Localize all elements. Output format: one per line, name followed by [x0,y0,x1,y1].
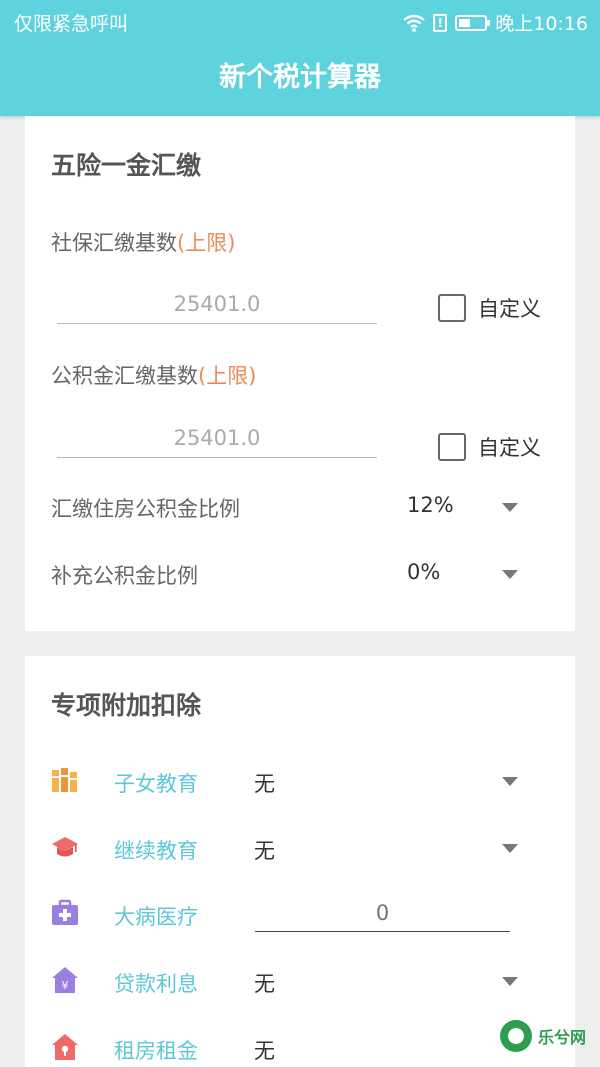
rent-label: 租房租金 [114,1039,198,1063]
watermark: 乐兮网 [500,1020,586,1052]
social-base-custom-checkbox[interactable] [438,294,466,322]
books-icon [51,766,79,794]
social-base-input[interactable] [57,284,377,324]
social-base-label-text: 社保汇缴基数 [51,231,177,255]
supp-ratio-label: 补充公积金比例 [51,564,198,588]
loan-interest-label: 贷款利息 [114,972,198,996]
fund-base-custom-label: 自定义 [478,436,541,460]
fund-base-hint: (上限) [198,364,257,388]
deductions-card: 专项附加扣除 子女教育 无 继续教育 无 大病医疗 0 ¥ 贷款利息 无 租房租… [25,656,575,1067]
fund-base-custom[interactable]: 自定义 [438,432,541,462]
child-education-label: 子女教育 [114,772,198,796]
deductions-section-title: 专项附加扣除 [51,691,202,720]
sim-alert-icon: ! [433,13,448,32]
social-base-hint: (上限) [177,231,236,255]
fund-ratio-select[interactable]: 12% [407,493,454,517]
rent-select[interactable]: 无 [254,1035,275,1065]
loan-interest-select[interactable]: 无 [254,968,275,998]
fund-base-custom-checkbox[interactable] [438,433,466,461]
watermark-text: 乐兮网 [538,1028,587,1047]
continuing-education-label: 继续教育 [114,839,198,863]
social-base-custom[interactable]: 自定义 [438,293,541,323]
continuing-education-dropdown-icon[interactable] [502,844,518,853]
continuing-education-select[interactable]: 无 [254,835,275,865]
battery-icon [455,14,491,31]
page-title: 新个税计算器 [219,62,381,93]
loan-interest-dropdown-icon[interactable] [502,977,518,986]
social-base-label: 社保汇缴基数(上限) [51,227,235,257]
child-education-dropdown-icon[interactable] [502,777,518,786]
wifi-icon [403,14,425,32]
fund-ratio-label: 汇缴住房公积金比例 [51,497,240,521]
supp-ratio-select[interactable]: 0% [407,560,440,584]
medical-input[interactable] [255,894,510,932]
child-education-select[interactable]: 无 [254,768,275,798]
house-yen-icon: ¥ [51,966,79,994]
status-icons: ! 晚上10:16 [403,9,588,36]
status-bar: 仅限紧急呼叫 ! 晚上10:16 [0,0,600,40]
supp-ratio-dropdown-icon[interactable] [502,570,518,579]
insurance-section-title: 五险一金汇缴 [51,151,202,180]
insurance-card: 五险一金汇缴 社保汇缴基数(上限) 自定义 公积金汇缴基数(上限) 自定义 汇缴… [25,116,575,631]
medical-label: 大病医疗 [114,905,198,929]
app-bar: 新个税计算器 [0,40,600,116]
graduation-cap-icon [51,833,79,861]
svg-text:¥: ¥ [62,979,69,992]
fund-base-label-text: 公积金汇缴基数 [51,364,198,388]
house-key-icon [51,1033,79,1061]
carrier-text: 仅限紧急呼叫 [14,13,129,35]
clock: 晚上10:16 [495,13,588,35]
fund-base-input[interactable] [57,418,377,458]
fund-ratio-dropdown-icon[interactable] [502,503,518,512]
social-base-custom-label: 自定义 [478,297,541,321]
fund-base-label: 公积金汇缴基数(上限) [51,360,256,390]
watermark-logo-icon [500,1020,532,1052]
medical-kit-icon [51,899,79,927]
